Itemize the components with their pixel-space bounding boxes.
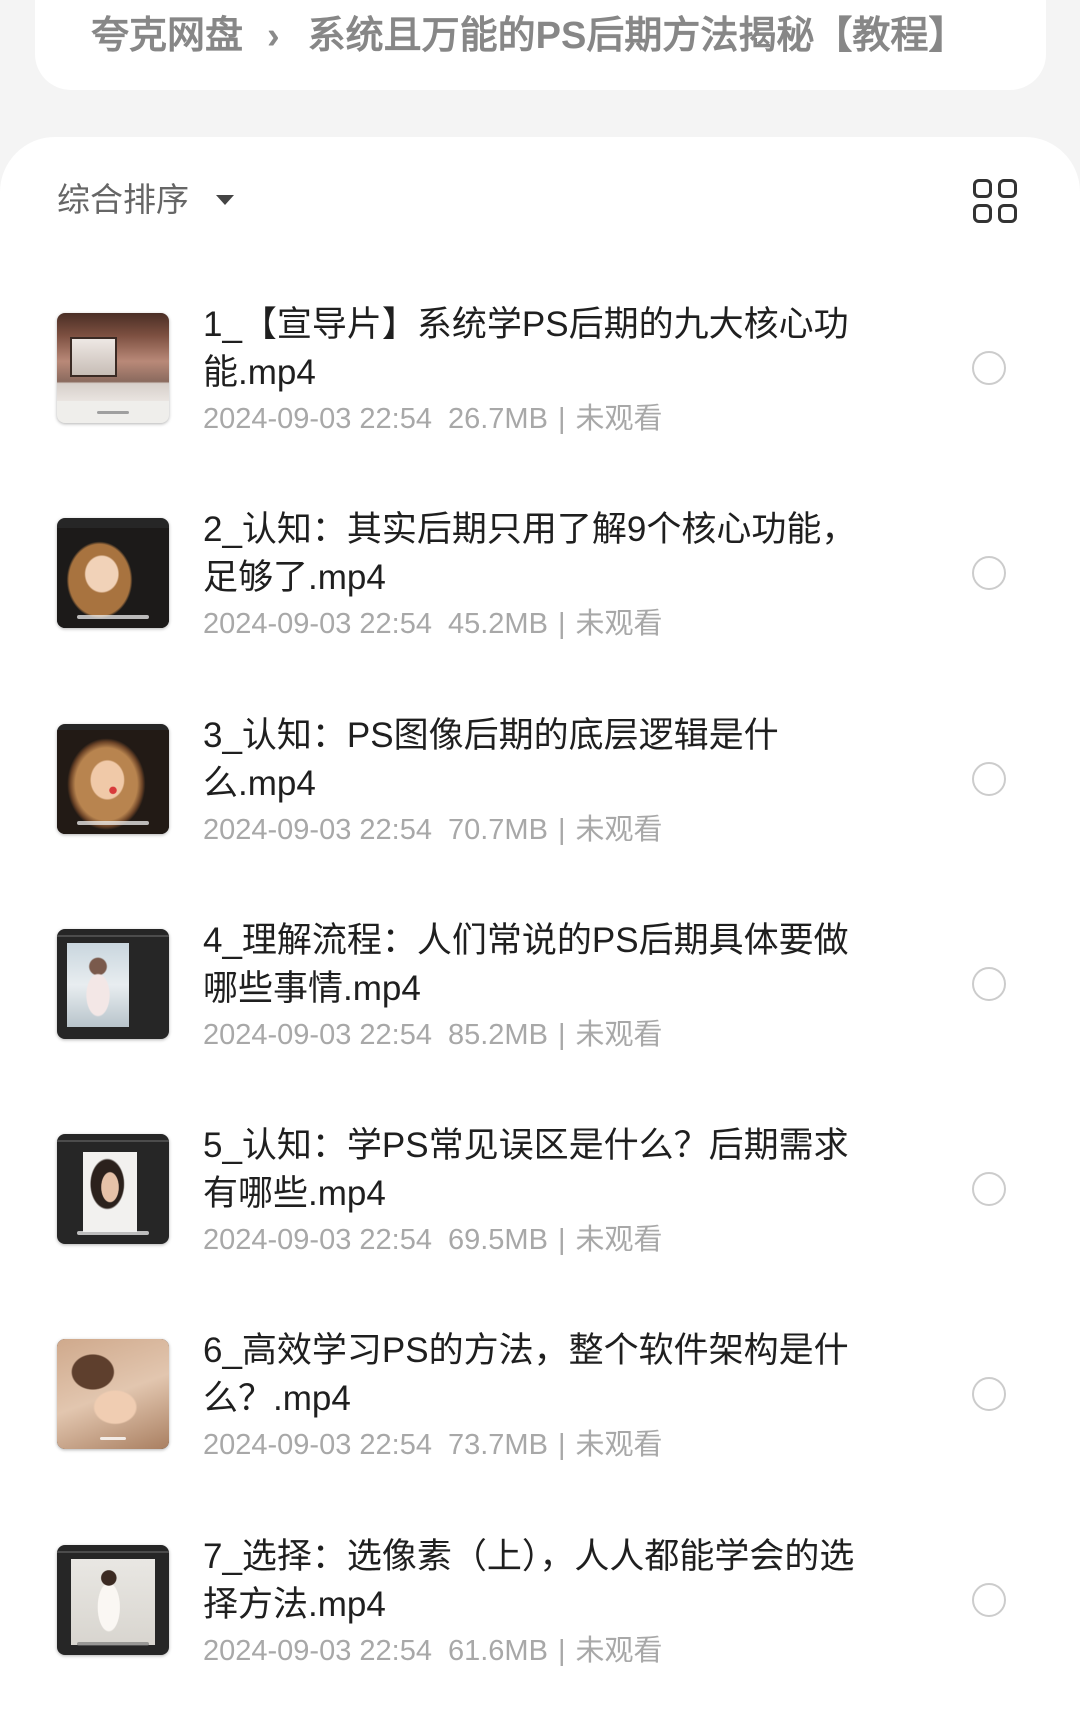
thumbnail-image bbox=[67, 942, 129, 1027]
sort-dropdown[interactable]: 综合排序 bbox=[57, 177, 234, 223]
breadcrumb-bar: 夸克网盘 › 系统且万能的PS后期方法揭秘【教程】 bbox=[35, 0, 1046, 90]
breadcrumb: 夸克网盘 › 系统且万能的PS后期方法揭秘【教程】 bbox=[91, 0, 966, 72]
meta-separator: | bbox=[557, 1429, 566, 1462]
radio-circle-icon[interactable] bbox=[972, 966, 1006, 1001]
file-date: 2024-09-03 22:54 bbox=[203, 1224, 432, 1257]
file-name: 5_认知：学PS常见误区是什么？后期需求有哪些.mp4 bbox=[203, 1126, 849, 1214]
video-thumbnail bbox=[57, 1339, 169, 1450]
grid-cell bbox=[998, 204, 1017, 223]
radio-circle-icon[interactable] bbox=[972, 761, 1006, 796]
file-meta: 2024-09-03 22:54 70.7MB | 未观看 bbox=[203, 810, 663, 850]
thumbnail-laptop-shape bbox=[70, 337, 118, 377]
breadcrumb-chevron-icon: › bbox=[267, 15, 280, 57]
file-size: 26.7MB bbox=[447, 403, 548, 435]
breadcrumb-root-link[interactable]: 夸克网盘 bbox=[91, 15, 243, 57]
file-name: 3_认知：PS图像后期的底层逻辑是什么.mp4 bbox=[203, 715, 779, 803]
breadcrumb-current-folder: 系统且万能的PS后期方法揭秘【教程】 bbox=[307, 15, 967, 57]
sort-label: 综合排序 bbox=[57, 181, 189, 218]
video-thumbnail bbox=[57, 313, 169, 423]
file-size: 73.7MB bbox=[447, 1429, 548, 1462]
watch-status: 未观看 bbox=[575, 1429, 663, 1462]
radio-circle-icon[interactable] bbox=[972, 556, 1006, 591]
thumbnail-caption bbox=[97, 411, 129, 414]
file-meta: 2024-09-03 22:54 73.7MB | 未观看 bbox=[203, 1425, 663, 1465]
file-size: 61.6MB bbox=[447, 1634, 548, 1667]
file-meta: 2024-09-03 22:54 69.5MB | 未观看 bbox=[203, 1220, 663, 1260]
file-list-item[interactable]: 4_理解流程：人们常说的PS后期具体要做哪些事情.mp4 2024-09-03 … bbox=[0, 916, 1080, 1121]
watch-status: 未观看 bbox=[575, 1224, 663, 1257]
thumbnail-caption bbox=[77, 1641, 149, 1646]
file-name: 6_高效学习PS的方法，整个软件架构是什么？.mp4 bbox=[203, 1331, 849, 1419]
thumbnail-caption bbox=[77, 615, 149, 620]
radio-circle-icon[interactable] bbox=[972, 1172, 1006, 1207]
meta-separator: | bbox=[557, 813, 566, 846]
file-name: 4_理解流程：人们常说的PS后期具体要做哪些事情.mp4 bbox=[203, 920, 849, 1008]
video-thumbnail bbox=[57, 1544, 169, 1655]
thumbnail-toolbar bbox=[57, 934, 169, 937]
file-size: 85.2MB bbox=[447, 1018, 548, 1051]
watch-status: 未观看 bbox=[575, 403, 663, 435]
file-list-item[interactable]: 5_认知：学PS常见误区是什么？后期需求有哪些.mp4 2024-09-03 2… bbox=[0, 1121, 1080, 1326]
grid-cell bbox=[973, 204, 992, 223]
thumbnail-toolbar bbox=[57, 1140, 169, 1143]
thumbnail-image bbox=[57, 1339, 169, 1450]
thumbnail-image bbox=[71, 1558, 155, 1645]
watch-status: 未观看 bbox=[575, 608, 663, 641]
meta-separator: | bbox=[557, 1634, 566, 1667]
file-meta: 2024-09-03 22:54 61.6MB | 未观看 bbox=[203, 1631, 663, 1671]
video-thumbnail bbox=[57, 1134, 169, 1245]
file-list-item[interactable]: 7_选择：选像素（上），人人都能学会的选择方法.mp4 2024-09-03 2… bbox=[0, 1532, 1080, 1702]
thumbnail-image bbox=[83, 1152, 137, 1233]
meta-separator: | bbox=[557, 1018, 566, 1051]
meta-separator: | bbox=[557, 1224, 566, 1257]
file-date: 2024-09-03 22:54 bbox=[203, 403, 432, 435]
file-meta: 2024-09-03 22:54 85.2MB | 未观看 bbox=[203, 1015, 663, 1055]
video-thumbnail bbox=[57, 518, 169, 629]
caret-down-icon bbox=[216, 195, 234, 205]
file-date: 2024-09-03 22:54 bbox=[203, 1018, 432, 1051]
meta-separator: | bbox=[557, 403, 566, 435]
file-list-item[interactable]: 3_认知：PS图像后期的底层逻辑是什么.mp4 2024-09-03 22:54… bbox=[0, 711, 1080, 916]
meta-separator: | bbox=[557, 608, 566, 641]
file-list: 1_【宣导片】系统学PS后期的九大核心功能.mp4 2024-09-03 22:… bbox=[0, 300, 1080, 1702]
radio-circle-icon[interactable] bbox=[972, 351, 1006, 385]
file-list-panel: 综合排序 1_【宣导片】系统学PS后期的九大核心功能.mp4 2024-09-0… bbox=[0, 137, 1080, 1712]
grid-cell bbox=[998, 179, 1017, 198]
file-date: 2024-09-03 22:54 bbox=[203, 1429, 432, 1462]
watch-status: 未观看 bbox=[575, 1634, 663, 1667]
file-size: 69.5MB bbox=[447, 1224, 548, 1257]
radio-circle-icon[interactable] bbox=[972, 1377, 1006, 1412]
file-name: 1_【宣导片】系统学PS后期的九大核心功能.mp4 bbox=[203, 305, 849, 392]
video-thumbnail bbox=[57, 723, 169, 834]
file-date: 2024-09-03 22:54 bbox=[203, 1634, 432, 1667]
radio-circle-icon[interactable] bbox=[972, 1582, 1006, 1617]
watch-status: 未观看 bbox=[575, 1018, 663, 1051]
thumbnail-image bbox=[57, 729, 169, 834]
file-meta: 2024-09-03 22:54 45.2MB | 未观看 bbox=[203, 604, 663, 644]
watch-status: 未观看 bbox=[575, 813, 663, 846]
file-size: 70.7MB bbox=[447, 813, 548, 846]
file-size: 45.2MB bbox=[447, 608, 548, 641]
thumbnail-caption bbox=[77, 1231, 149, 1236]
file-meta: 2024-09-03 22:54 26.7MB | 未观看 bbox=[203, 399, 663, 439]
file-list-item[interactable]: 2_认知：其实后期只用了解9个核心功能，足够了.mp4 2024-09-03 2… bbox=[0, 505, 1080, 710]
video-thumbnail bbox=[57, 928, 169, 1039]
grid-view-icon[interactable] bbox=[973, 179, 1017, 223]
file-list-item[interactable]: 1_【宣导片】系统学PS后期的九大核心功能.mp4 2024-09-03 22:… bbox=[0, 300, 1080, 505]
thumbnail-caption bbox=[77, 820, 149, 825]
thumbnail-toolbar bbox=[57, 1550, 169, 1553]
grid-cell bbox=[973, 179, 992, 198]
file-name: 2_认知：其实后期只用了解9个核心功能，足够了.mp4 bbox=[203, 510, 857, 598]
thumbnail-image bbox=[57, 528, 169, 629]
file-name: 7_选择：选像素（上），人人都能学会的选择方法.mp4 bbox=[203, 1536, 855, 1624]
file-list-item[interactable]: 6_高效学习PS的方法，整个软件架构是什么？.mp4 2024-09-03 22… bbox=[0, 1326, 1080, 1531]
file-date: 2024-09-03 22:54 bbox=[203, 608, 432, 641]
file-date: 2024-09-03 22:54 bbox=[203, 813, 432, 846]
